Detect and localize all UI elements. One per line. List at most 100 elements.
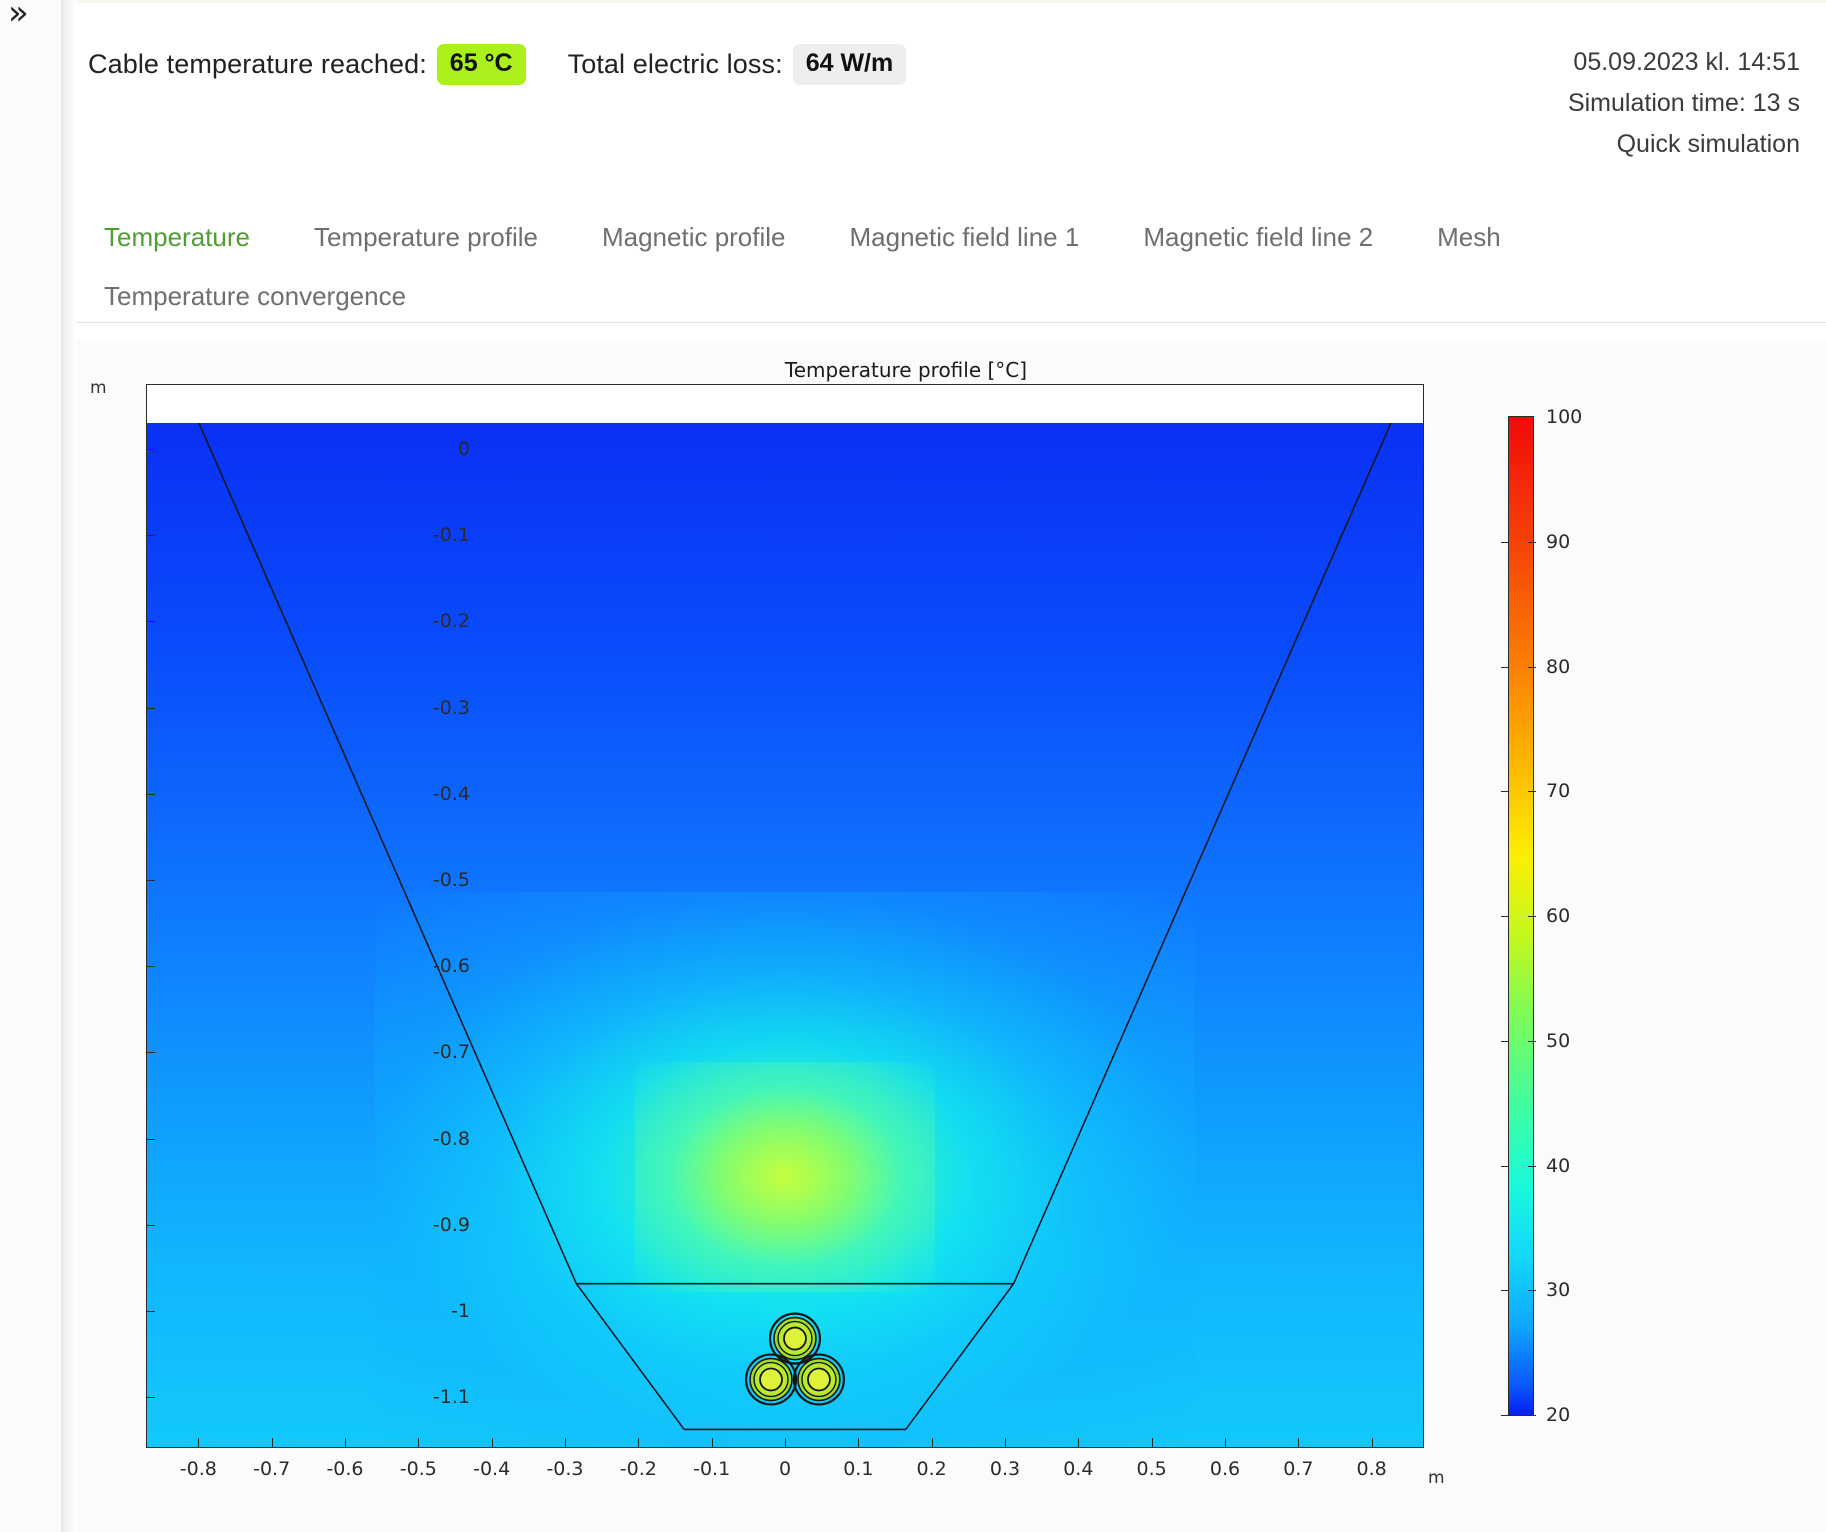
x-tick-label: -0.3 <box>525 1458 605 1480</box>
collapsed-sidebar-rail: » <box>0 0 62 1532</box>
colorbar-tick-mark <box>1501 542 1509 543</box>
x-tick-mark <box>418 1438 419 1447</box>
y-tick-mark <box>146 449 155 450</box>
y-tick-label: -0.2 <box>350 610 470 632</box>
electric-loss-label: Total electric loss: <box>568 49 783 80</box>
x-tick-mark <box>1005 1438 1006 1447</box>
y-tick-label: -1.1 <box>350 1386 470 1408</box>
x-tick-label: -0.4 <box>452 1458 532 1480</box>
colorbar-tick-label: 40 <box>1546 1155 1570 1177</box>
plot-frame <box>146 384 1424 1448</box>
x-tick-label: 0.7 <box>1258 1458 1338 1480</box>
y-tick-mark <box>146 794 155 795</box>
colorbar-tick-mark <box>1528 1041 1536 1042</box>
tab-magnetic-profile[interactable]: Magnetic profile <box>586 208 802 267</box>
tab-row-secondary: Temperature convergence <box>88 267 1788 326</box>
simulation-result-page: » Cable temperature reached: 65 °C Total… <box>0 0 1826 1532</box>
x-tick-mark <box>345 1438 346 1447</box>
y-tick-mark <box>146 880 155 881</box>
bedding-right-line <box>906 1284 1014 1430</box>
y-tick-label: -0.6 <box>350 955 470 977</box>
cable-bottom-right <box>794 1355 844 1405</box>
x-tick-label: 0.2 <box>892 1458 972 1480</box>
x-tick-label: -0.2 <box>598 1458 678 1480</box>
colorbar-tick-mark <box>1528 542 1536 543</box>
tab-temperature-convergence[interactable]: Temperature convergence <box>88 267 422 326</box>
y-tick-label: -0.7 <box>350 1041 470 1063</box>
tab-magnetic-field-line-2[interactable]: Magnetic field line 2 <box>1127 208 1389 267</box>
x-axis-unit-label: m <box>1428 1468 1445 1488</box>
x-tick-mark <box>1298 1438 1299 1447</box>
tabs-divider <box>76 322 1826 323</box>
y-tick-label: -1 <box>350 1300 470 1322</box>
colorbar-tick-mark <box>1501 1166 1509 1167</box>
tab-magnetic-field-line-1[interactable]: Magnetic field line 1 <box>834 208 1096 267</box>
cable-trefoil-bundle <box>746 1314 844 1405</box>
y-tick-mark <box>146 1225 155 1226</box>
electric-loss-value: 64 W/m <box>793 44 907 85</box>
colorbar-tick-mark <box>1528 916 1536 917</box>
y-tick-mark <box>146 1139 155 1140</box>
colorbar-tick-mark <box>1501 791 1509 792</box>
colorbar-tick-label: 20 <box>1546 1404 1570 1426</box>
colorbar-tick-mark <box>1501 1290 1509 1291</box>
cable-bottom-left <box>746 1355 796 1405</box>
tab-temperature[interactable]: Temperature <box>88 208 266 267</box>
colorbar-tick-mark <box>1501 1041 1509 1042</box>
colorbar-tick-label: 90 <box>1546 531 1570 553</box>
simulation-timestamp: 05.09.2023 kl. 14:51 <box>1568 42 1800 83</box>
y-tick-label: -0.3 <box>350 697 470 719</box>
y-tick-label: -0.4 <box>350 783 470 805</box>
y-tick-label: -0.8 <box>350 1128 470 1150</box>
x-tick-label: 0.5 <box>1112 1458 1192 1480</box>
x-tick-mark <box>1225 1438 1226 1447</box>
x-tick-mark <box>1078 1438 1079 1447</box>
x-tick-mark <box>1152 1438 1153 1447</box>
x-tick-label: 0 <box>745 1458 825 1480</box>
colorbar-tick-mark <box>1528 1166 1536 1167</box>
x-tick-mark <box>785 1438 786 1447</box>
colorbar-tick-label: 70 <box>1546 780 1570 802</box>
bedding-left-line <box>576 1284 684 1430</box>
tab-temperature-profile[interactable]: Temperature profile <box>298 208 554 267</box>
temperature-plot-panel: Temperature profile [°C] m m <box>76 340 1826 1532</box>
x-tick-label: -0.7 <box>232 1458 312 1480</box>
simulation-mode: Quick simulation <box>1568 124 1800 165</box>
x-tick-mark <box>198 1438 199 1447</box>
colorbar-tick-label: 100 <box>1546 406 1582 428</box>
x-tick-mark <box>858 1438 859 1447</box>
x-tick-label: -0.6 <box>305 1458 385 1480</box>
y-tick-mark <box>146 1397 155 1398</box>
trench-geometry-overlay <box>147 423 1423 1447</box>
colorbar-tick-mark <box>1528 667 1536 668</box>
y-tick-label: -0.9 <box>350 1214 470 1236</box>
expand-sidebar-icon[interactable]: » <box>8 0 29 30</box>
colorbar-tick-mark <box>1501 916 1509 917</box>
tab-row-primary: Temperature Temperature profile Magnetic… <box>88 208 1788 267</box>
colorbar-tick-label: 30 <box>1546 1279 1570 1301</box>
y-tick-label: 0 <box>350 438 470 460</box>
x-tick-mark <box>492 1438 493 1447</box>
y-tick-label: -0.5 <box>350 869 470 891</box>
plot-title: Temperature profile [°C] <box>246 358 1566 382</box>
x-tick-label: -0.5 <box>378 1458 458 1480</box>
y-tick-mark <box>146 535 155 536</box>
trench-right-slope-line <box>1014 423 1391 1284</box>
panel-edge-shadow <box>62 0 76 1532</box>
colorbar-tick-mark <box>1528 1415 1536 1416</box>
trench-left-slope-line <box>199 423 576 1284</box>
tab-mesh[interactable]: Mesh <box>1421 208 1517 267</box>
x-tick-label: -0.8 <box>158 1458 238 1480</box>
x-tick-label: 0.4 <box>1038 1458 1118 1480</box>
colorbar-tick-mark <box>1501 667 1509 668</box>
x-tick-mark <box>932 1438 933 1447</box>
colorbar-tick-mark <box>1528 791 1536 792</box>
y-tick-mark <box>146 708 155 709</box>
y-tick-mark <box>146 966 155 967</box>
result-summary-bar: Cable temperature reached: 65 °C Total e… <box>88 44 906 85</box>
electric-loss-group: Total electric loss: 64 W/m <box>568 44 907 85</box>
x-tick-label: 0.1 <box>818 1458 898 1480</box>
simulation-duration: Simulation time: 13 s <box>1568 83 1800 124</box>
colorbar-tick-mark <box>1528 1290 1536 1291</box>
colorbar-tick-label: 60 <box>1546 905 1570 927</box>
